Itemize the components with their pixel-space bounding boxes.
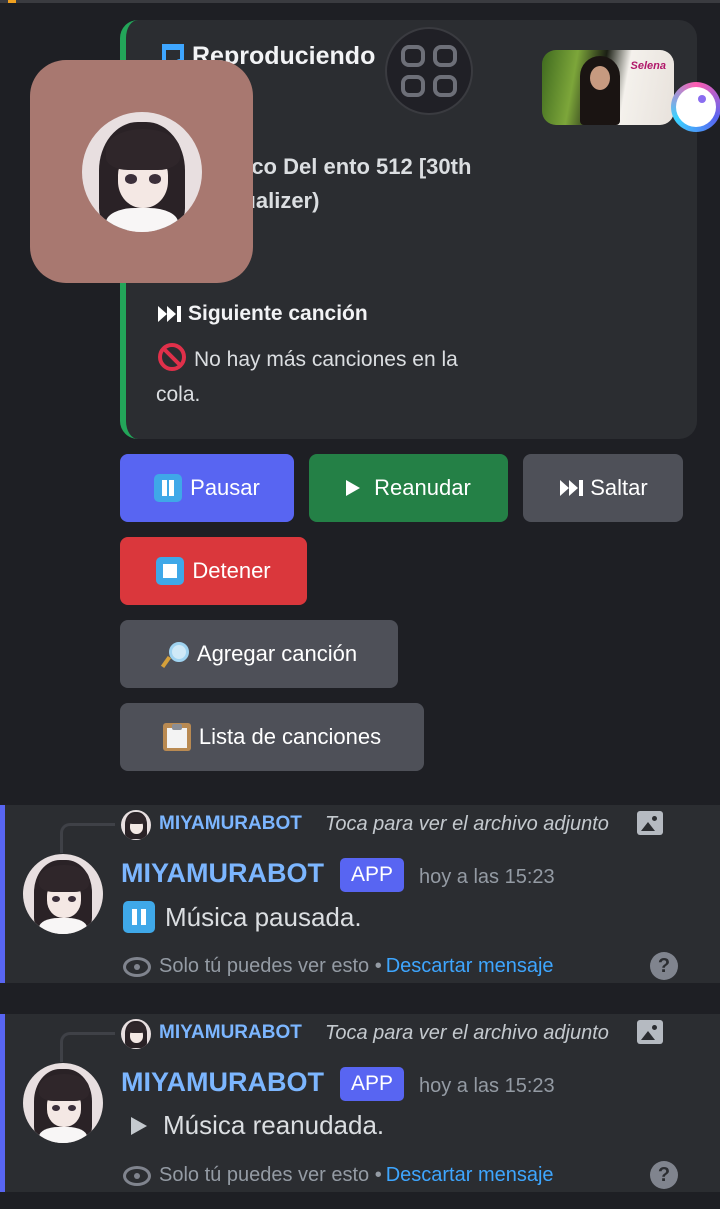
author-name[interactable]: MIYAMURABOT [121, 858, 324, 889]
avatar-bangs [127, 814, 146, 825]
reply-avatar[interactable] [121, 1019, 151, 1049]
stop-button[interactable]: Detener [120, 537, 307, 605]
next-song-heading-text: Siguiente canción [188, 302, 368, 325]
help-icon[interactable]: ? [650, 1161, 678, 1189]
message-text: Música pausada. [165, 901, 362, 932]
avatar [82, 112, 202, 232]
message-item[interactable]: MIYAMURABOT Toca para ver el archivo adj… [0, 1014, 720, 1192]
avatar-eye [51, 895, 60, 902]
skip-button-label: Saltar [590, 475, 648, 500]
eye-icon [123, 956, 151, 977]
magnifier-icon [161, 640, 189, 668]
author-name[interactable]: MIYAMURABOT [121, 1067, 324, 1098]
dismiss-message-link[interactable]: Descartar mensaje [386, 1164, 554, 1187]
eye-icon [123, 1165, 151, 1186]
author-avatar[interactable] [23, 1063, 103, 1143]
avatar-eye [67, 895, 76, 902]
play-icon [131, 1116, 147, 1135]
next-track-icon [560, 480, 584, 496]
pause-button[interactable]: Pausar [120, 454, 294, 522]
chat-view: Reproduciendo Selena n - El Chico Del en… [0, 0, 720, 1209]
resume-button-label: Reanudar [374, 475, 471, 500]
next-song-text-value: No hay más canciones en la cola. [156, 348, 458, 406]
ephemeral-footer: Solo tú puedes ver esto • Descartar mens… [123, 955, 554, 978]
message-timestamp: hoy a las 15:23 [419, 866, 555, 888]
reply-preview[interactable]: Toca para ver el archivo adjunto [325, 813, 609, 836]
reply-author[interactable]: MIYAMURABOT [159, 813, 302, 835]
grid-icon[interactable] [385, 27, 473, 115]
message-timestamp: hoy a las 15:23 [419, 1075, 555, 1097]
avatar-shirt [39, 918, 87, 934]
app-badge: APP [340, 858, 404, 892]
avatar-bangs [106, 128, 181, 170]
add-song-button-label: Agregar canción [196, 641, 358, 666]
message-item[interactable]: MIYAMURABOT Toca para ver el archivo adj… [0, 805, 720, 983]
app-badge: APP [340, 1067, 404, 1101]
floating-bubble-button[interactable] [671, 82, 720, 132]
add-song-button[interactable]: Agregar canción [120, 620, 398, 688]
skip-button[interactable]: Saltar [523, 454, 683, 522]
avatar-shirt [106, 208, 178, 232]
grid-square [433, 45, 457, 67]
avatar-shirt [39, 1127, 87, 1143]
clipboard-icon [162, 723, 191, 751]
stop-button-label: Detener [192, 558, 271, 583]
notification-dot [8, 0, 16, 3]
ephemeral-footer: Solo tú puedes ver esto • Descartar mens… [123, 1164, 554, 1187]
ephemeral-notice: Solo tú puedes ver esto • [159, 1164, 382, 1186]
grid-square [401, 45, 425, 67]
image-icon [637, 1020, 663, 1044]
song-list-button-label: Lista de canciones [198, 724, 382, 749]
avatar-bangs [127, 1023, 146, 1034]
pause-button-label: Pausar [190, 475, 260, 500]
next-song-text: No hay más canciones en la cola. [156, 342, 486, 412]
message-text: Música reanudada. [163, 1110, 385, 1140]
grid-square [401, 75, 425, 97]
thumbnail-logo: Selena [630, 60, 666, 72]
image-icon [637, 811, 663, 835]
grid-square [433, 75, 457, 97]
reply-author[interactable]: MIYAMURABOT [159, 1022, 302, 1044]
song-thumbnail[interactable]: Selena [542, 50, 674, 125]
next-track-icon [158, 306, 181, 322]
top-status-strip [0, 0, 720, 3]
author-avatar[interactable] [23, 854, 103, 934]
dismiss-message-link[interactable]: Descartar mensaje [386, 955, 554, 978]
pause-icon [123, 901, 155, 933]
message-content: Música pausada. [123, 901, 362, 933]
reply-connector [60, 823, 115, 853]
resume-button[interactable]: Reanudar [309, 454, 508, 522]
pause-icon [154, 474, 183, 502]
help-icon[interactable]: ? [650, 952, 678, 980]
avatar-bangs [39, 865, 89, 893]
message-content: Música reanudada. [123, 1110, 384, 1141]
avatar-eye [51, 1104, 60, 1111]
reply-preview[interactable]: Toca para ver el archivo adjunto [325, 1022, 609, 1045]
no-entry-icon [158, 343, 186, 371]
stop-icon [156, 557, 185, 585]
reply-avatar[interactable] [121, 810, 151, 840]
reply-connector [60, 1032, 115, 1062]
thumbnail-face [590, 66, 610, 90]
avatar-eye [67, 1104, 76, 1111]
song-list-button[interactable]: Lista de canciones [120, 703, 424, 771]
next-song-heading: Siguiente canción [156, 302, 368, 326]
ephemeral-notice: Solo tú puedes ver esto • [159, 955, 382, 977]
avatar-bangs [39, 1074, 89, 1102]
play-icon [346, 480, 361, 496]
floating-avatar-panel[interactable] [30, 60, 253, 283]
